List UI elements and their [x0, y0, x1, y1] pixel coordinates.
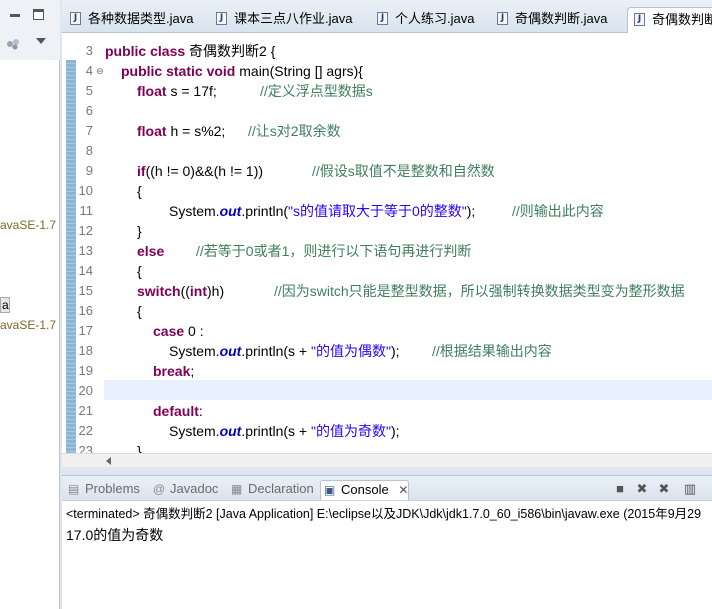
tree-item-selected[interactable]: a — [0, 297, 10, 313]
line-number: 12 — [78, 223, 93, 238]
line-number: 22 — [78, 423, 93, 438]
code-line-4: public static void main(String [] agrs){ — [121, 63, 363, 79]
problems-icon: ▤ — [68, 482, 80, 496]
line-number: 18 — [78, 343, 93, 358]
console-view: ▤ Problems @ Javadoc ▦ Declaration ▣ Con… — [62, 475, 712, 609]
line-number: 16 — [78, 303, 93, 318]
tab-declaration[interactable]: ▦ Declaration — [228, 480, 314, 500]
code-line-12: } — [137, 223, 142, 239]
maximize-icon[interactable] — [33, 9, 44, 20]
tab-label: Declaration — [248, 481, 314, 496]
fold-icon[interactable]: ⊖ — [96, 67, 104, 76]
console-output: 17.0的值为奇数 — [66, 527, 164, 543]
scroll-left-icon[interactable] — [106, 457, 111, 465]
line-number: 4 — [85, 63, 93, 78]
line-number: 19 — [78, 363, 93, 378]
code-line-11: System.out.println("s的值请取大于等于0的整数"); — [169, 203, 476, 219]
code-line-9: if((h != 0)&&(h != 1)) — [137, 163, 264, 179]
code-comment-11: //则输出此内容 — [512, 203, 604, 219]
close-icon[interactable]: ✕ — [398, 483, 408, 497]
current-line-highlight — [104, 380, 712, 400]
console-process-label: <terminated> 奇偶数判断2 [Java Application] E… — [66, 507, 702, 521]
tab-odd-even-2-active[interactable]: J 奇偶数判断 — [627, 7, 712, 33]
line-number: 23 — [78, 443, 93, 453]
tab-label: Javadoc — [170, 481, 219, 496]
scroll-lock-icon[interactable]: ▥ — [682, 481, 698, 497]
minimize-icon[interactable] — [10, 14, 20, 17]
java-file-icon: J — [497, 12, 508, 25]
remove-launch-icon[interactable]: ✖ — [634, 481, 650, 497]
tree-item-jre[interactable]: avaSE-1.7 — [0, 218, 56, 232]
code-comment-9: //假设s取值不是整数和自然数 — [312, 163, 495, 179]
tab-console[interactable]: ▣ Console ✕ — [320, 480, 410, 500]
tab-label: 奇偶数判断.java — [515, 11, 608, 26]
line-number: 8 — [85, 143, 93, 158]
tree-item-jre-2[interactable]: avaSE-1.7 — [0, 318, 56, 332]
code-line-21: default: — [153, 403, 203, 419]
horizontal-scrollbar[interactable] — [62, 453, 712, 467]
tab-javadoc[interactable]: @ Javadoc — [150, 480, 218, 500]
line-number: 6 — [85, 103, 93, 118]
tab-problems[interactable]: ▤ Problems — [65, 480, 140, 500]
code-line-19: break; — [153, 363, 195, 379]
code-line-18: System.out.println(s + "的值为偶数"); — [169, 343, 400, 359]
tab-label: 各种数据类型.java — [88, 11, 194, 26]
code-line-17: case 0 : — [153, 323, 204, 339]
console-icon: ▣ — [324, 483, 336, 497]
javadoc-icon: @ — [153, 482, 166, 496]
tab-label: 个人练习.java — [395, 11, 475, 26]
tab-odd-even[interactable]: J 奇偶数判断.java — [491, 7, 607, 33]
console-tab-bar: ▤ Problems @ Javadoc ▦ Declaration ▣ Con… — [62, 476, 712, 501]
tab-data-types[interactable]: J 各种数据类型.java — [64, 7, 193, 33]
line-number: 3 — [85, 43, 93, 58]
remove-all-terminated-icon[interactable]: ✖ — [656, 481, 672, 497]
line-number: 21 — [78, 403, 93, 418]
tab-label: 奇偶数判断 — [652, 12, 712, 27]
line-number: 7 — [85, 123, 93, 138]
line-number: 10 — [78, 183, 93, 198]
tab-label: Problems — [85, 481, 140, 496]
line-number: 9 — [85, 163, 93, 178]
java-file-icon: J — [70, 12, 81, 25]
line-number: 20 — [78, 383, 93, 398]
code-line-16: { — [137, 303, 142, 319]
code-line-14: { — [137, 263, 142, 279]
code-line-22: System.out.println(s + "的值为奇数"); — [169, 423, 400, 439]
line-number: 17 — [78, 323, 93, 338]
code-line-13: else — [137, 243, 165, 259]
code-comment-13: //若等于0或者1，则进行以下语句再进行判断 — [196, 243, 472, 259]
terminate-icon[interactable]: ■ — [612, 481, 628, 497]
line-number: 11 — [79, 203, 94, 218]
line-number: 14 — [78, 263, 93, 278]
code-line-23: } — [137, 443, 142, 453]
line-number: 13 — [78, 243, 93, 258]
tab-label: 课本三点八作业.java — [234, 11, 353, 26]
code-comment-5: //定义浮点型数据s — [260, 83, 373, 99]
java-file-icon: J — [216, 12, 227, 25]
code-comment-7: //让s对2取余数 — [248, 123, 341, 139]
code-line-7: float h = s%2; — [137, 123, 226, 139]
java-file-icon: J — [377, 12, 388, 25]
tab-homework[interactable]: J 课本三点八作业.java — [210, 7, 352, 33]
java-file-icon: J — [634, 13, 645, 26]
link-with-editor-icon[interactable] — [6, 38, 20, 50]
package-explorer: avaSE-1.7 a avaSE-1.7 — [0, 0, 60, 609]
change-ruler — [66, 60, 76, 453]
code-line-3: public class 奇偶数判断2 { — [105, 43, 276, 59]
code-line-15: switch((int)h) — [137, 283, 225, 299]
code-editor[interactable]: ⊖ 3 4 5 6 7 8 9 10 11 12 13 14 15 16 17 … — [62, 33, 712, 453]
code-comment-15: //因为switch只能是整型数据，所以强制转换数据类型变为整形数据 — [274, 283, 685, 299]
code-line-5: float s = 17f; — [137, 83, 217, 99]
editor-tab-bar: J 各种数据类型.java J 课本三点八作业.java J 个人练习.java… — [62, 0, 712, 33]
tab-label: Console — [341, 482, 389, 497]
tab-practice[interactable]: J 个人练习.java — [371, 7, 474, 33]
code-comment-18: //根据结果输出内容 — [432, 343, 552, 359]
package-explorer-toolbar — [0, 0, 60, 60]
line-number: 15 — [78, 283, 93, 298]
view-menu-icon[interactable] — [36, 38, 46, 44]
code-line-10: { — [137, 183, 142, 199]
line-number: 5 — [85, 83, 93, 98]
declaration-icon: ▦ — [231, 482, 243, 496]
